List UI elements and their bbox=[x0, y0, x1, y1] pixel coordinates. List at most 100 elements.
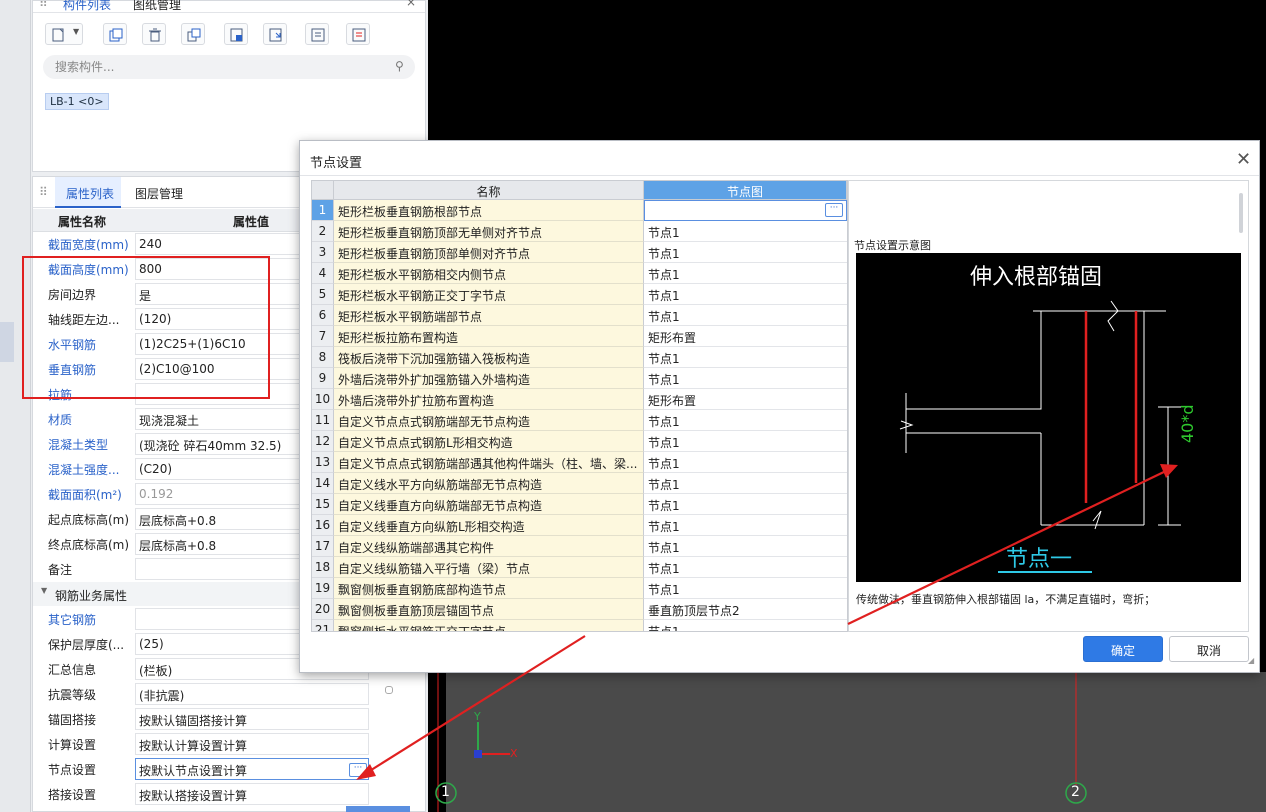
left-strip-selection[interactable] bbox=[0, 322, 14, 362]
node-name-cell[interactable]: 自定义线垂直方向纵筋L形相交构造 bbox=[334, 515, 644, 536]
node-diagram-cell[interactable]: 节点1 bbox=[644, 242, 847, 263]
node-diagram-cell[interactable]: 节点1 bbox=[644, 515, 847, 536]
ellipsis-button[interactable]: ··· bbox=[825, 203, 843, 217]
node-diagram-cell[interactable]: 矩形布置 bbox=[644, 389, 847, 410]
node-name-cell[interactable]: 自定义线纵筋锚入平行墙（梁）节点 bbox=[334, 557, 644, 578]
close-icon[interactable]: ✕ bbox=[1236, 149, 1251, 170]
node-diagram-cell[interactable]: 矩形布置 bbox=[644, 326, 847, 347]
table-row[interactable]: 20 飘窗侧板垂直筋顶层锚固节点 垂直筋顶层节点2 bbox=[312, 599, 847, 620]
table-row[interactable]: 1 矩形栏板垂直钢筋根部节点 节点1 ··· bbox=[312, 200, 847, 221]
table-row[interactable]: 11 自定义节点点式钢筋端部无节点构造 节点1 bbox=[312, 410, 847, 431]
table-row[interactable]: 2 矩形栏板垂直钢筋顶部无单侧对齐节点 节点1 bbox=[312, 221, 847, 242]
property-value[interactable]: 按默认搭接设置计算 bbox=[135, 783, 369, 805]
drag-handle-icon[interactable]: ⠿ bbox=[39, 0, 48, 10]
table-row[interactable]: 4 矩形栏板水平钢筋相交内侧节点 节点1 bbox=[312, 263, 847, 284]
node-name-cell[interactable]: 筏板后浇带下沉加强筋锚入筏板构造 bbox=[334, 347, 644, 368]
node-diagram-cell[interactable]: 节点1 bbox=[644, 620, 847, 631]
node-name-cell[interactable]: 外墙后浇带外扩拉筋布置构造 bbox=[334, 389, 644, 410]
node-name-cell[interactable]: 自定义节点点式钢筋端部无节点构造 bbox=[334, 410, 644, 431]
node-diagram-cell[interactable]: 节点1 bbox=[644, 431, 847, 452]
table-row[interactable]: 21 飘窗侧板水平钢筋正交丁字节点 节点1 bbox=[312, 620, 847, 631]
node-name-cell[interactable]: 外墙后浇带外扩加强筋锚入外墙构造 bbox=[334, 368, 644, 389]
node-diagram-cell[interactable]: 节点1 bbox=[644, 347, 847, 368]
drag-handle-icon[interactable]: ⠿ bbox=[39, 185, 48, 199]
node-name-cell[interactable]: 自定义线纵筋端部遇其它构件 bbox=[334, 536, 644, 557]
import-button[interactable] bbox=[263, 23, 287, 45]
node-name-cell[interactable]: 矩形栏板水平钢筋端部节点 bbox=[334, 305, 644, 326]
node-description: 传统做法，垂直钢筋伸入根部锚固 la，不满足直锚时，弯折； bbox=[856, 593, 1156, 606]
node-diagram-cell[interactable]: 节点1 bbox=[644, 452, 847, 473]
ellipsis-button[interactable]: ··· bbox=[349, 763, 367, 777]
node-name-cell[interactable]: 矩形栏板水平钢筋正交丁字节点 bbox=[334, 284, 644, 305]
table-row[interactable]: 19 飘窗侧板垂直钢筋底部构造节点 节点1 bbox=[312, 578, 847, 599]
node-name-cell[interactable]: 矩形栏板拉筋布置构造 bbox=[334, 326, 644, 347]
node-diagram-cell[interactable]: 节点1 bbox=[644, 284, 847, 305]
node-name-cell[interactable]: 自定义线垂直方向纵筋端部无节点构造 bbox=[334, 494, 644, 515]
table-row[interactable]: 3 矩形栏板垂直钢筋顶部单侧对齐节点 节点1 bbox=[312, 242, 847, 263]
resize-grip-icon[interactable]: ◢ bbox=[1248, 656, 1254, 665]
property-value[interactable]: 按默认计算设置计算 bbox=[135, 733, 369, 755]
table-row[interactable]: 15 自定义线垂直方向纵筋端部无节点构造 节点1 bbox=[312, 494, 847, 515]
table-row[interactable]: 13 自定义节点点式钢筋端部遇其他构件端头（柱、墙、梁... 节点1 bbox=[312, 452, 847, 473]
cancel-button[interactable]: 取消 bbox=[1169, 636, 1249, 662]
component-item-lb-1[interactable]: LB-1 <0> bbox=[45, 93, 109, 110]
status-bar-tab[interactable] bbox=[346, 806, 410, 812]
delete-component-button[interactable] bbox=[142, 23, 166, 45]
property-value[interactable]: 按默认锚固搭接计算 bbox=[135, 708, 369, 730]
node-diagram-cell[interactable]: 节点1 bbox=[644, 494, 847, 515]
node-name-cell[interactable]: 矩形栏板水平钢筋相交内侧节点 bbox=[334, 263, 644, 284]
node-name-cell[interactable]: 矩形栏板垂直钢筋根部节点 bbox=[334, 200, 644, 221]
node-name-cell[interactable]: 自定义节点点式钢筋L形相交构造 bbox=[334, 431, 644, 452]
copy-to-floor-button[interactable] bbox=[181, 23, 205, 45]
search-input[interactable] bbox=[53, 59, 377, 75]
node-diagram-cell[interactable]: 节点1 bbox=[644, 305, 847, 326]
search-icon[interactable]: ⚲ bbox=[395, 59, 404, 73]
tab-layer-management[interactable]: 图层管理 bbox=[135, 185, 183, 202]
node-setting-value[interactable]: 按默认节点设置计算 bbox=[135, 758, 369, 780]
node-name-cell[interactable]: 矩形栏板垂直钢筋顶部无单侧对齐节点 bbox=[334, 221, 644, 242]
dialog-title: 节点设置 bbox=[310, 156, 363, 171]
node-diagram-cell[interactable]: 垂直筋顶层节点2 bbox=[644, 599, 847, 620]
node-diagram-cell[interactable]: 节点1 bbox=[644, 263, 847, 284]
properties-button[interactable] bbox=[346, 23, 370, 45]
ok-button[interactable]: 确定 bbox=[1083, 636, 1163, 662]
table-row[interactable]: 9 外墙后浇带外扩加强筋锚入外墙构造 节点1 bbox=[312, 368, 847, 389]
list-button[interactable] bbox=[305, 23, 329, 45]
chevron-down-icon[interactable]: ▼ bbox=[73, 27, 79, 36]
table-row[interactable]: 12 自定义节点点式钢筋L形相交构造 节点1 bbox=[312, 431, 847, 452]
property-name: 终点底标高(m) bbox=[48, 538, 130, 552]
node-diagram-cell[interactable]: 节点1 bbox=[644, 473, 847, 494]
table-row[interactable]: 14 自定义线水平方向纵筋端部无节点构造 节点1 bbox=[312, 473, 847, 494]
table-row[interactable]: 10 外墙后浇带外扩拉筋布置构造 矩形布置 bbox=[312, 389, 847, 410]
node-diagram-cell[interactable]: 节点1 bbox=[644, 557, 847, 578]
tab-property-list[interactable]: 属性列表 bbox=[66, 185, 114, 202]
property-name: 截面面积(m²) bbox=[48, 488, 122, 502]
column-header-name: 名称 bbox=[334, 181, 644, 200]
node-diagram-cell[interactable]: 节点1 bbox=[644, 368, 847, 389]
node-name-cell[interactable]: 自定义线水平方向纵筋端部无节点构造 bbox=[334, 473, 644, 494]
node-name-cell[interactable]: 飘窗侧板垂直筋顶层锚固节点 bbox=[334, 599, 644, 620]
node-name-cell[interactable]: 自定义节点点式钢筋端部遇其他构件端头（柱、墙、梁... bbox=[334, 452, 644, 473]
layer-copy-button[interactable] bbox=[224, 23, 248, 45]
node-diagram-cell[interactable]: 节点1 bbox=[644, 410, 847, 431]
node-name-cell[interactable]: 矩形栏板垂直钢筋顶部单侧对齐节点 bbox=[334, 242, 644, 263]
table-row[interactable]: 17 自定义线纵筋端部遇其它构件 节点1 bbox=[312, 536, 847, 557]
table-row[interactable]: 8 筏板后浇带下沉加强筋锚入筏板构造 节点1 bbox=[312, 347, 847, 368]
table-row[interactable]: 7 矩形栏板拉筋布置构造 矩形布置 bbox=[312, 326, 847, 347]
node-name-cell[interactable]: 飘窗侧板水平钢筋正交丁字节点 bbox=[334, 620, 644, 631]
property-value[interactable]: (非抗震) bbox=[135, 683, 369, 705]
node-diagram-cell[interactable]: 节点1 bbox=[644, 578, 847, 599]
collapse-icon[interactable]: ▼ bbox=[41, 586, 47, 595]
table-row[interactable]: 16 自定义线垂直方向纵筋L形相交构造 节点1 bbox=[312, 515, 847, 536]
node-diagram-cell[interactable]: 节点1 bbox=[644, 221, 847, 242]
table-row[interactable]: 5 矩形栏板水平钢筋正交丁字节点 节点1 bbox=[312, 284, 847, 305]
scrollbar-thumb[interactable] bbox=[1239, 193, 1243, 233]
table-row[interactable]: 18 自定义线纵筋锚入平行墙（梁）节点 节点1 bbox=[312, 557, 847, 578]
close-icon[interactable]: × bbox=[406, 0, 416, 9]
table-row[interactable]: 6 矩形栏板水平钢筋端部节点 节点1 bbox=[312, 305, 847, 326]
new-component-button[interactable]: ▼ bbox=[45, 23, 83, 45]
node-diagram-cell[interactable]: 节点1 bbox=[644, 536, 847, 557]
copy-component-button[interactable] bbox=[103, 23, 127, 45]
node-name-cell[interactable]: 飘窗侧板垂直钢筋底部构造节点 bbox=[334, 578, 644, 599]
property-name: 其它钢筋 bbox=[48, 613, 97, 627]
